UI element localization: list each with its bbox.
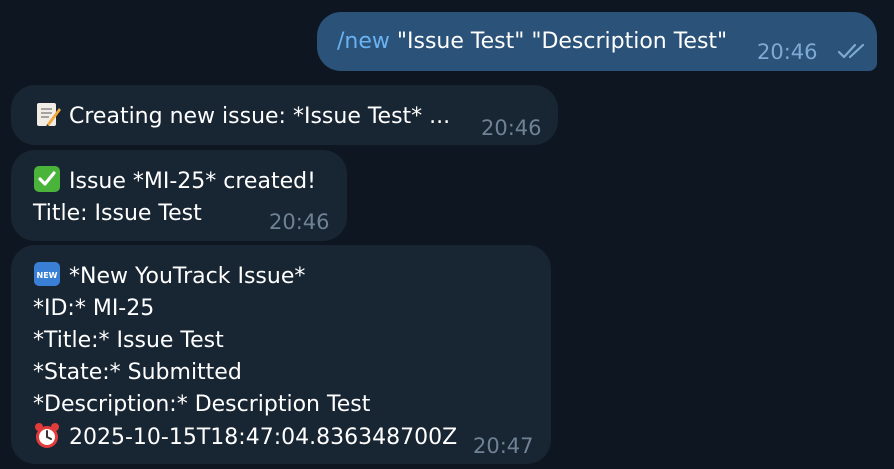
incoming-message[interactable]: NEW *New YouTrack Issue* *ID:* MI-25 *Ti… <box>11 245 551 464</box>
command-link[interactable]: /new <box>337 29 390 54</box>
message-text: *Title:* Issue Test <box>33 328 224 353</box>
double-check-icon <box>837 43 865 59</box>
incoming-message[interactable]: Creating new issue: *Issue Test* ... 20:… <box>11 85 558 145</box>
message-text: *Description:* Description Test <box>33 392 371 417</box>
alarm-clock-icon <box>35 423 59 448</box>
message-text: Issue *MI-25* created! <box>69 169 316 194</box>
message-time: 20:47 <box>473 434 534 458</box>
outgoing-message[interactable]: /new "Issue Test" "Description Test" 20:… <box>317 12 877 71</box>
message-time: 20:46 <box>481 116 542 140</box>
message-time: 20:46 <box>757 40 818 64</box>
command-args: "Issue Test" "Description Test" <box>389 29 728 54</box>
check-mark-icon <box>34 166 60 192</box>
message-text: *New YouTrack Issue* <box>69 264 306 289</box>
new-badge-icon: NEW <box>34 262 60 286</box>
message-text: *ID:* MI-25 <box>33 296 155 321</box>
chat-area: /new "Issue Test" "Description Test" 20:… <box>0 0 894 469</box>
memo-icon <box>37 103 61 127</box>
svg-text:NEW: NEW <box>37 271 58 280</box>
message-time: 20:46 <box>269 210 330 234</box>
message-text: Creating new issue: *Issue Test* ... <box>69 104 451 129</box>
incoming-message[interactable]: Issue *MI-25* created! Title: Issue Test… <box>11 150 347 241</box>
message-text: *State:* Submitted <box>33 360 242 385</box>
message-text: 2025-10-15T18:47:04.836348700Z <box>69 425 458 450</box>
